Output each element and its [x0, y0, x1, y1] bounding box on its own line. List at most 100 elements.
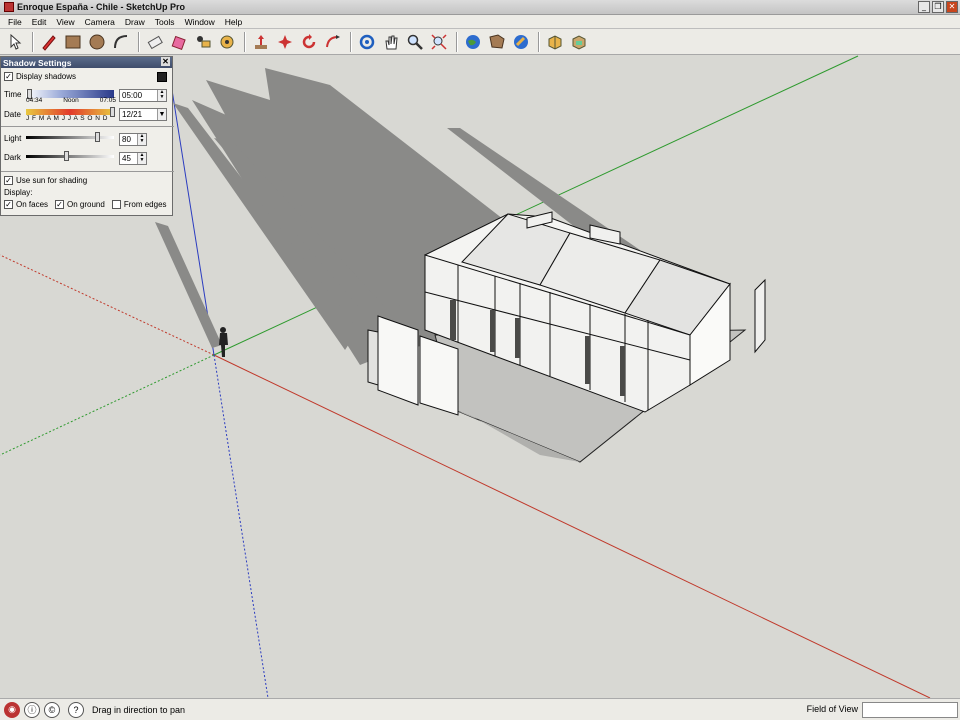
dark-value: 45 — [122, 154, 131, 163]
window-controls: _ ❐ ✕ — [918, 1, 958, 13]
measurement-label: Field of View — [806, 704, 858, 714]
date-value: 12/21 — [122, 110, 143, 119]
tape-measure-icon[interactable] — [216, 31, 237, 52]
paint-bucket-icon[interactable] — [168, 31, 189, 52]
toolbar-separator — [456, 31, 458, 52]
move-icon[interactable] — [250, 31, 271, 52]
light-slider-thumb[interactable] — [95, 132, 100, 142]
push-pull-icon[interactable] — [192, 31, 213, 52]
light-input[interactable]: 80 ▲ ▼ — [119, 133, 147, 146]
maximize-button[interactable]: ❐ — [932, 1, 944, 13]
light-spinner-icon[interactable]: ▲ ▼ — [137, 134, 146, 145]
use-sun-label: Use sun for shading — [16, 176, 88, 185]
sketchup-app-icon — [4, 2, 14, 12]
panel-close-button[interactable]: ✕ — [161, 57, 170, 66]
time-input[interactable]: 05:00 ▲ ▼ — [119, 89, 167, 102]
toolbar-separator — [350, 31, 352, 52]
title-bar: Enroque España - Chile - SketchUp Pro _ … — [0, 0, 960, 15]
pan-icon[interactable] — [380, 31, 401, 52]
dark-slider-thumb[interactable] — [64, 151, 69, 161]
components-icon[interactable] — [544, 31, 565, 52]
zoom-extents-icon[interactable] — [428, 31, 449, 52]
get-models-icon[interactable] — [486, 31, 507, 52]
menu-bar: File Edit View Camera Draw Tools Window … — [0, 15, 960, 29]
dark-spinner-icon[interactable]: ▲ ▼ — [137, 153, 146, 164]
from-edges-label: From edges — [123, 200, 167, 209]
blue-axis-negative — [213, 354, 269, 698]
on-ground-label: On ground — [67, 200, 105, 209]
use-sun-checkbox[interactable]: ✓ — [4, 176, 13, 185]
display-label: Display: — [4, 188, 33, 197]
time-value: 05:00 — [122, 91, 143, 100]
toolbar-separator — [138, 31, 140, 52]
from-edges-checkbox[interactable] — [111, 200, 121, 209]
date-slider-thumb[interactable] — [110, 107, 115, 117]
dark-slider-track[interactable] — [26, 155, 114, 158]
menu-window[interactable]: Window — [180, 17, 220, 27]
toolbar-separator — [244, 31, 246, 52]
zoom-icon[interactable] — [404, 31, 425, 52]
display-shadows-checkbox[interactable]: ✓ — [4, 72, 13, 81]
menu-edit[interactable]: Edit — [27, 17, 52, 27]
panel-header: Shadow Settings ✕ — [1, 57, 172, 68]
menu-help[interactable]: Help — [220, 17, 247, 27]
status-message: Drag in direction to pan — [92, 704, 186, 715]
display-shadows-label: Display shadows — [16, 72, 77, 81]
toolbar-separator — [538, 31, 540, 52]
toolbar-separator — [32, 31, 34, 52]
follow-me-icon[interactable] — [298, 31, 319, 52]
shadow-settings-panel: Shadow Settings ✕ ✓ Display shadows Time… — [0, 56, 174, 216]
rectangle-icon[interactable] — [62, 31, 83, 52]
date-dropdown-icon[interactable]: ▼ — [157, 109, 166, 120]
panel-divider — [1, 126, 174, 127]
panel-divider — [1, 171, 174, 172]
menu-view[interactable]: View — [51, 17, 79, 27]
shutter-panel-edge — [367, 329, 379, 386]
menu-file[interactable]: File — [3, 17, 27, 27]
orbit-icon[interactable] — [356, 31, 377, 52]
menu-tools[interactable]: Tools — [150, 17, 180, 27]
geolocation-icon[interactable]: ◉ — [4, 701, 20, 718]
shutter-panel-2 — [419, 335, 459, 416]
time-noon-label: Noon — [63, 97, 79, 104]
menu-draw[interactable]: Draw — [120, 17, 150, 27]
status-bar: ◉ ⓘ © ? Drag in direction to pan Field o… — [0, 698, 960, 720]
dark-label: Dark — [4, 153, 21, 162]
time-end-label: 07:05 — [99, 97, 116, 104]
copyright-icon[interactable]: © — [44, 701, 60, 718]
light-slider-track[interactable] — [26, 136, 114, 139]
help-icon[interactable]: ? — [68, 701, 84, 718]
side-panel — [754, 278, 766, 354]
month-labels: J F M A M J J A S O N D — [26, 115, 108, 122]
green-axis-negative — [0, 354, 215, 456]
offset-icon[interactable] — [322, 31, 343, 52]
minimize-button[interactable]: _ — [918, 1, 930, 13]
credits-icon[interactable]: ⓘ — [24, 701, 40, 718]
on-ground-checkbox[interactable]: ✓ — [55, 200, 65, 209]
time-range-labels: 04:34 Noon 07:05 — [26, 97, 116, 104]
display-shadows-row: ✓ Display shadows — [4, 72, 76, 81]
share-model-icon[interactable] — [510, 31, 531, 52]
expand-details-button[interactable] — [157, 72, 167, 82]
measurement-input[interactable] — [862, 702, 958, 718]
eraser-icon[interactable] — [144, 31, 165, 52]
main-toolbar — [0, 29, 960, 55]
use-sun-row: ✓ Use sun for shading — [4, 176, 87, 185]
dark-input[interactable]: 45 ▲ ▼ — [119, 152, 147, 165]
panel-title: Shadow Settings — [3, 57, 72, 68]
display-options-row: ✓ On faces ✓ On ground From edges — [4, 200, 167, 209]
photo-textures-icon[interactable] — [568, 31, 589, 52]
menu-camera[interactable]: Camera — [80, 17, 120, 27]
google-earth-icon[interactable] — [462, 31, 483, 52]
pencil-icon[interactable] — [38, 31, 59, 52]
circle-icon[interactable] — [86, 31, 107, 52]
on-faces-checkbox[interactable]: ✓ — [4, 200, 13, 209]
time-spinner-icon[interactable]: ▲ ▼ — [157, 90, 166, 101]
light-label: Light — [4, 134, 22, 143]
select-icon[interactable] — [4, 31, 25, 52]
close-window-button[interactable]: ✕ — [946, 1, 958, 13]
rotate-icon[interactable] — [274, 31, 295, 52]
arc-icon[interactable] — [110, 31, 131, 52]
date-label: Date — [4, 110, 21, 119]
date-input[interactable]: 12/21 ▼ — [119, 108, 167, 121]
